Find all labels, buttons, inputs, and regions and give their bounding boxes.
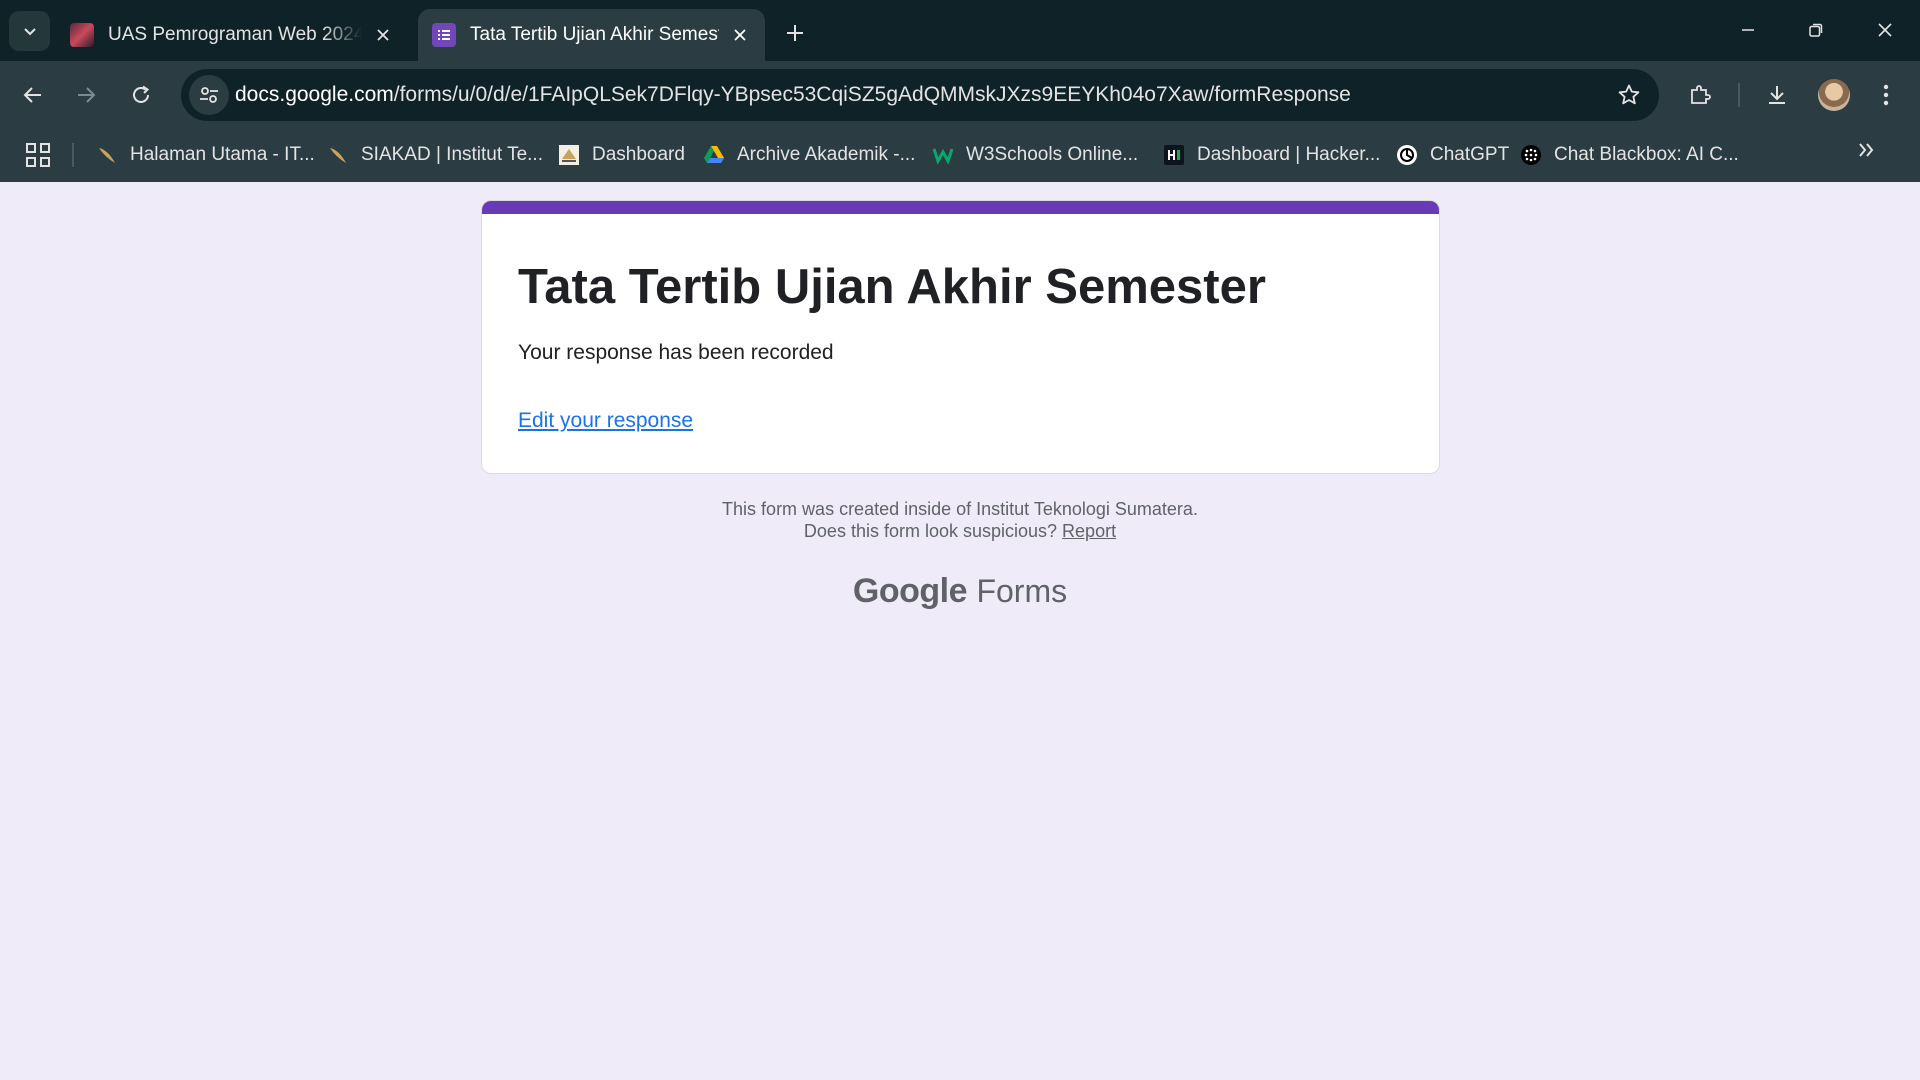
menu-button[interactable] [1868,77,1904,113]
form-footer: This form was created inside of Institut… [0,498,1920,542]
bookmark-label: Archive Akademik -... [737,144,916,165]
bookmark-w3schools[interactable]: W3Schools Online... [932,139,1138,171]
address-bar[interactable]: docs.google.com/forms/u/0/d/e/1FAIpQLSek… [181,69,1659,121]
w3schools-icon [932,144,954,166]
bookmark-label: Dashboard | Hacker... [1197,144,1381,165]
more-bookmarks-button[interactable] [1852,136,1880,169]
tab-title: Tata Tertib Ujian Akhir Semester [470,24,719,45]
puzzle-icon [1691,85,1711,104]
new-tab-button[interactable] [780,18,810,48]
url-path: /forms/u/0/d/e/1FAIpQLSek7DFlqy-YBpsec53… [393,83,1351,106]
google-forms-icon [432,23,456,47]
double-chevron-right-icon [1859,143,1874,157]
google-drive-icon [703,144,725,166]
forms-wordmark: Forms [976,573,1068,609]
url-host: docs.google.com [235,83,394,106]
forward-button[interactable] [68,77,104,113]
card-accent-bar [482,201,1439,214]
footer-suspicious-line: Does this form look suspicious? Report [0,520,1920,542]
tab-tata-tertib[interactable]: Tata Tertib Ujian Akhir Semester [418,9,765,61]
restore-icon [1809,23,1823,37]
bookmark-label: ChatGPT [1430,144,1510,165]
tab-search-button[interactable] [9,11,50,51]
close-icon[interactable] [729,24,751,46]
minimize-icon [1742,29,1754,31]
close-window-button[interactable] [1860,10,1910,50]
itera-logo-icon [558,144,580,166]
site-info-button[interactable] [189,75,229,115]
browser-chrome: UAS Pemrograman Web 2024/2025 Tata Terti… [0,0,1920,182]
restore-button[interactable] [1791,10,1841,50]
hackerrank-icon [1163,144,1185,166]
feather-icon [96,144,118,166]
arrow-left-icon [23,87,41,103]
close-icon [1878,23,1892,37]
apps-grid-icon[interactable] [24,141,52,169]
response-card: Tata Tertib Ujian Akhir Semester Your re… [481,200,1440,474]
plus-icon [787,25,803,41]
bookmark-chatgpt[interactable]: ChatGPT [1396,139,1509,171]
feather-icon [327,144,349,166]
chevron-down-icon [23,28,36,36]
tune-icon [200,87,218,103]
footer-created-text: This form was created inside of Institut… [722,499,1198,519]
back-button[interactable] [15,77,51,113]
star-icon [1618,84,1640,105]
footer-suspicious-text: Does this form look suspicious? [803,521,1058,541]
bookmark-label: W3Schools Online... [966,144,1139,165]
bookmark-star-button[interactable] [1615,81,1643,109]
blackbox-icon [1520,144,1542,166]
bookmark-blackbox[interactable]: Chat Blackbox: AI C... [1520,139,1739,171]
tab-strip: UAS Pemrograman Web 2024/2025 Tata Terti… [0,0,1920,61]
download-icon [1769,86,1785,104]
form-title: Tata Tertib Ujian Akhir Semester [518,260,1266,314]
bookmark-dashboard[interactable]: Dashboard [558,139,685,171]
bookmark-label: SIAKAD | Institut Te... [361,144,543,165]
edit-response-link[interactable]: Edit your response [518,409,693,433]
google-forms-logo[interactable]: Google Forms [0,572,1920,611]
bookmarks-bar: Halaman Utama - IT... SIAKAD | Institut … [0,129,1920,182]
tab-title: UAS Pemrograman Web 2024/2025 [108,24,362,45]
report-link[interactable]: Report [1062,521,1116,541]
navigation-toolbar: docs.google.com/forms/u/0/d/e/1FAIpQLSek… [0,61,1920,129]
downloads-button[interactable] [1759,77,1795,113]
more-vertical-icon [1883,84,1889,106]
reload-button[interactable] [123,77,159,113]
bookmark-label: Chat Blackbox: AI C... [1554,144,1739,165]
tab-uas-pemrograman[interactable]: UAS Pemrograman Web 2024/2025 [56,9,408,61]
confirmation-message: Your response has been recorded [518,341,834,364]
bookmark-halaman-utama[interactable]: Halaman Utama - IT... [96,139,315,171]
bookmark-label: Halaman Utama - IT... [130,144,315,165]
close-icon[interactable] [372,24,394,46]
arrow-right-icon [78,87,96,103]
minimize-button[interactable] [1723,10,1773,50]
tab-favicon-icon [70,23,94,47]
bookmark-label: Dashboard [592,144,685,165]
bookmarks-divider [72,143,74,167]
url-text[interactable]: docs.google.com/forms/u/0/d/e/1FAIpQLSek… [235,83,1351,107]
reload-icon [133,85,150,103]
bookmark-hackerrank[interactable]: Dashboard | Hacker... [1163,139,1380,171]
toolbar-divider [1738,83,1740,107]
chatgpt-icon [1396,144,1418,166]
bookmark-siakad[interactable]: SIAKAD | Institut Te... [327,139,543,171]
bookmark-archive-akademik[interactable]: Archive Akademik -... [703,139,915,171]
profile-avatar[interactable] [1818,79,1850,111]
google-wordmark: Google [852,572,968,610]
extensions-button[interactable] [1682,77,1718,113]
